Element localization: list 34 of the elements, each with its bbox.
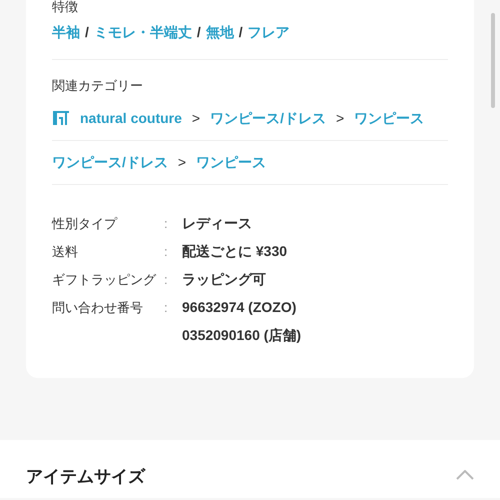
separator-text: : <box>164 271 169 289</box>
detail-value: ラッピング可 <box>182 270 266 289</box>
separator-text: > <box>192 108 200 128</box>
detail-label: 性別タイプ <box>52 215 118 233</box>
category-link[interactable]: natural couture <box>80 108 182 128</box>
detail-label: ギフトラッピング <box>52 271 158 289</box>
category-link[interactable]: ワンピース <box>196 152 266 173</box>
feature-link[interactable]: フレア <box>248 22 290 43</box>
feature-link[interactable]: 半袖 <box>52 22 80 43</box>
detail-label: 送料 <box>52 243 79 261</box>
store-icon <box>52 110 70 126</box>
scrollbar[interactable] <box>491 13 495 108</box>
feature-link[interactable]: 無地 <box>206 22 234 43</box>
section-label: 特徴 <box>52 0 79 15</box>
section-label: 関連カテゴリー <box>52 78 144 94</box>
category-link[interactable]: ワンピース/ドレス <box>210 108 326 128</box>
section-title: アイテムサイズ <box>26 466 145 488</box>
detail-value: 配送ごとに ¥330 <box>182 242 288 261</box>
category-link[interactable]: ワンピース/ドレス <box>52 152 168 173</box>
separator-text: : <box>164 299 169 317</box>
separator-text: / <box>196 23 201 42</box>
separator-text: / <box>238 23 243 42</box>
separator-text: / <box>85 23 89 42</box>
separator-text: > <box>178 153 186 172</box>
category-link[interactable]: ワンピース <box>354 108 424 128</box>
separator-text: : <box>164 243 169 261</box>
feature-link[interactable]: ミモレ・半端丈 <box>94 22 192 43</box>
detail-label: 問い合わせ番号 <box>52 299 144 317</box>
separator-text: > <box>336 108 344 128</box>
section-header[interactable]: アイテムサイズ <box>0 440 500 498</box>
detail-value: 0352090160 (店舗) <box>182 326 302 345</box>
detail-value: 96632974 (ZOZO) <box>182 298 298 317</box>
detail-value: レディース <box>182 214 252 233</box>
separator-text: : <box>164 215 169 233</box>
